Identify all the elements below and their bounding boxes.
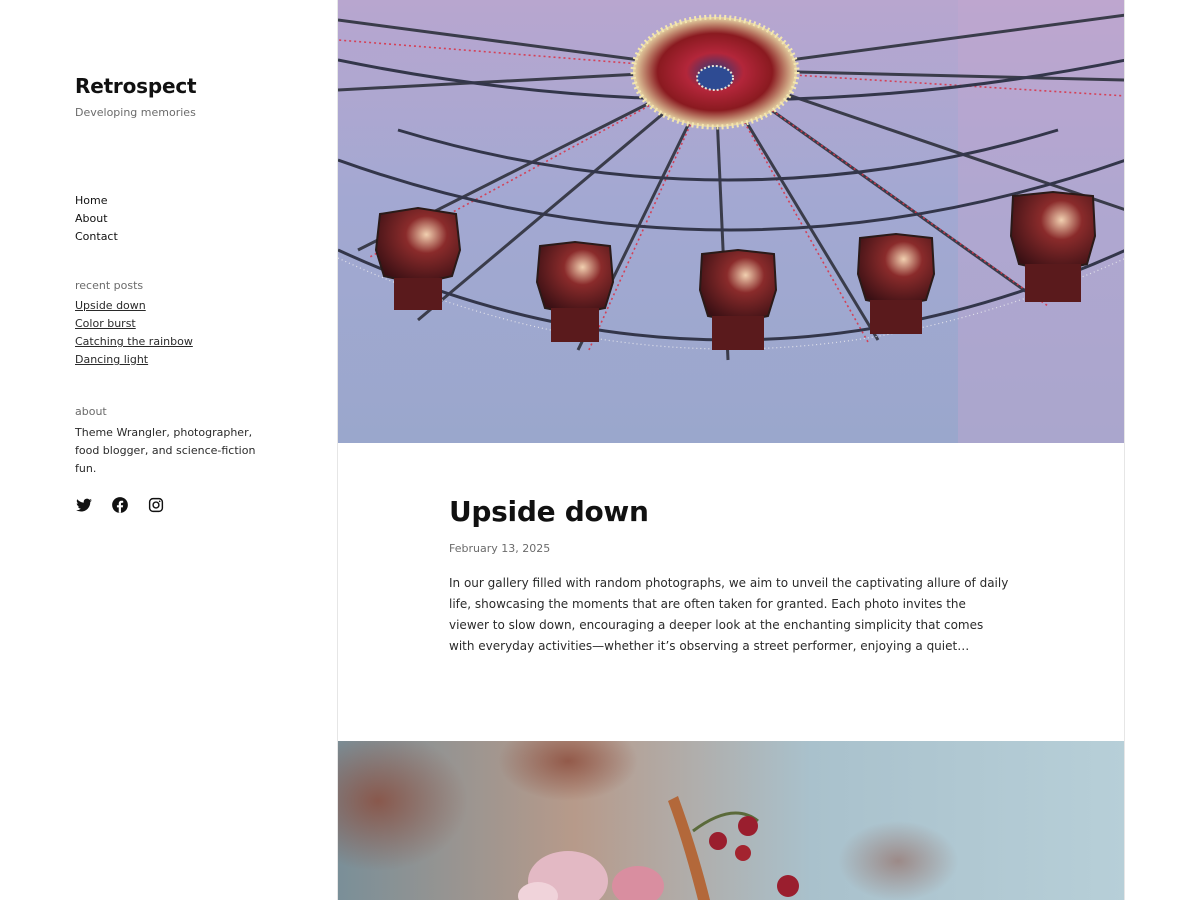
site-title[interactable]: Retrospect	[75, 74, 197, 98]
nav-item-about[interactable]: About	[75, 210, 118, 228]
post-card: Upside down February 13, 2025 In our gal…	[449, 494, 1009, 657]
social-links	[75, 496, 165, 514]
post-date[interactable]: February 13, 2025	[449, 542, 1009, 555]
nav-item-contact[interactable]: Contact	[75, 228, 118, 246]
nav-item-home[interactable]: Home	[75, 192, 118, 210]
twitter-icon[interactable]	[75, 496, 93, 514]
recent-post-link[interactable]: Dancing light	[75, 351, 193, 369]
about-heading: about	[75, 405, 107, 418]
facebook-icon[interactable]	[111, 496, 129, 514]
instagram-icon[interactable]	[147, 496, 165, 514]
recent-post-link[interactable]: Upside down	[75, 297, 193, 315]
post-title[interactable]: Upside down	[449, 494, 1009, 530]
recent-post-link[interactable]: Catching the rainbow	[75, 333, 193, 351]
featured-image-blossom[interactable]	[338, 741, 1124, 900]
post-excerpt: In our gallery filled with random photog…	[449, 576, 1009, 653]
about-text: Theme Wrangler, photographer, food blogg…	[75, 426, 256, 475]
main-content: Upside down February 13, 2025 In our gal…	[337, 0, 1125, 900]
site-tagline: Developing memories	[75, 106, 196, 119]
recent-posts-heading: recent posts	[75, 279, 144, 292]
main-navigation: Home About Contact	[75, 192, 118, 246]
recent-post-link[interactable]: Color burst	[75, 315, 193, 333]
about-widget: about Theme Wrangler, photographer, food…	[75, 405, 275, 478]
recent-posts-widget: recent posts Upside down Color burst Cat…	[75, 279, 193, 369]
featured-image-ferris-wheel[interactable]	[338, 0, 1124, 443]
